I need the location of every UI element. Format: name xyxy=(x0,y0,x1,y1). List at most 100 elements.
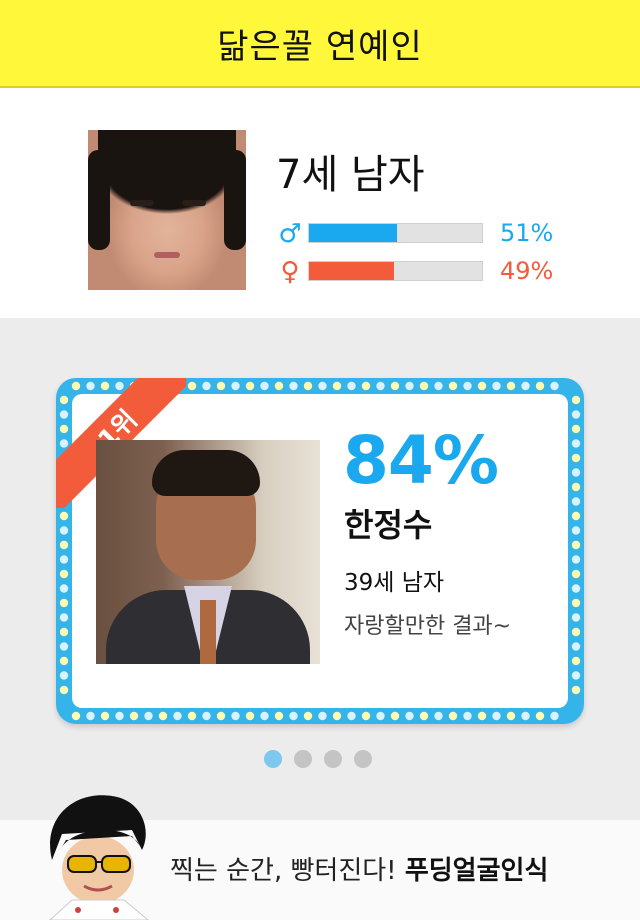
marquee-bulb xyxy=(289,381,298,391)
marquee-bulb xyxy=(571,569,581,579)
marquee-bulb xyxy=(216,381,226,391)
marquee-bulb xyxy=(571,627,581,637)
marquee-bulb xyxy=(260,381,269,391)
page-title: 닮은꼴 연예인 xyxy=(217,26,423,67)
marquee-bulb xyxy=(571,685,581,695)
page-dot-4[interactable] xyxy=(354,750,372,768)
user-photo[interactable] xyxy=(88,130,246,290)
marquee-bulb xyxy=(571,468,581,477)
marquee-bulb xyxy=(187,711,197,721)
marquee-bulb xyxy=(376,711,385,721)
marquee-bulb xyxy=(59,569,69,579)
marquee-bulb xyxy=(245,711,255,721)
marquee-bulb xyxy=(521,711,530,721)
marquee-bulb xyxy=(274,711,284,721)
marquee-bulb xyxy=(59,555,69,564)
mascot-icon xyxy=(49,795,149,920)
marquee-bulb xyxy=(550,711,559,721)
marquee-bulb xyxy=(100,711,110,721)
marquee-bulb xyxy=(571,555,581,564)
marquee-bulb xyxy=(158,711,168,721)
marquee-bulb xyxy=(361,381,371,391)
marquee-bulb xyxy=(347,711,356,721)
slogan-text: 찍는 순간, 빵터진다! xyxy=(170,856,397,886)
marquee-bulb xyxy=(448,381,458,391)
marquee-bulb xyxy=(332,381,342,391)
celebrity-photo[interactable] xyxy=(96,440,320,664)
marquee-bulb xyxy=(419,711,429,721)
marquee-bulb xyxy=(59,671,69,680)
result-comment: 자랑할만한 결과~ xyxy=(344,614,512,639)
male-percent: 51% xyxy=(500,219,554,247)
marquee-bulb xyxy=(245,381,255,391)
marquee-bulb xyxy=(571,584,581,593)
marquee-bulb xyxy=(571,424,581,434)
marquee-bulb xyxy=(86,711,95,721)
marquee-bulb xyxy=(571,656,581,666)
marquee-bulb xyxy=(571,642,581,651)
marquee-bulb xyxy=(571,511,581,521)
female-ratio-row: ♀ 49% xyxy=(278,257,553,287)
page-dot-2[interactable] xyxy=(294,750,312,768)
marquee-bulb xyxy=(332,711,342,721)
marquee-bulb xyxy=(59,613,69,622)
marquee-bulb xyxy=(59,584,69,593)
marquee-bulb xyxy=(303,381,313,391)
marquee-bulb xyxy=(571,453,581,463)
page-dot-1[interactable] xyxy=(264,750,282,768)
male-ratio-fill xyxy=(309,224,398,242)
marquee-bulb xyxy=(216,711,226,721)
page-dot-3[interactable] xyxy=(324,750,342,768)
marquee-bulb xyxy=(571,613,581,622)
marquee-bulb xyxy=(274,381,284,391)
male-ratio-bar xyxy=(308,223,483,243)
marquee-bulb xyxy=(202,381,211,391)
male-icon: ♂ xyxy=(278,219,302,249)
female-ratio-fill xyxy=(309,262,394,280)
marquee-bulb xyxy=(506,381,516,391)
female-ratio-bar xyxy=(308,261,483,281)
marquee-bulb xyxy=(59,685,69,695)
marquee-bulb xyxy=(144,711,153,721)
marquee-bulb xyxy=(521,381,530,391)
marquee-bulb xyxy=(550,381,559,391)
marquee-bulb xyxy=(405,381,414,391)
marquee-bulb xyxy=(571,482,581,492)
male-ratio-row: ♂ 51% xyxy=(278,219,553,249)
marquee-bulb xyxy=(187,381,197,391)
celebrity-name: 한정수 xyxy=(344,506,433,544)
marquee-bulb xyxy=(59,627,69,637)
marquee-bulb xyxy=(571,540,581,550)
female-percent: 49% xyxy=(500,257,554,285)
marquee-bulb xyxy=(303,711,313,721)
marquee-bulb xyxy=(173,711,182,721)
marquee-bulb xyxy=(231,381,240,391)
marquee-bulb xyxy=(571,439,581,448)
marquee-bulb xyxy=(347,381,356,391)
marquee-bulb xyxy=(59,656,69,666)
user-age-gender: 7세 남자 xyxy=(276,152,425,198)
pagination-dots xyxy=(264,750,372,768)
marquee-bulb xyxy=(231,711,240,721)
marquee-bulb xyxy=(361,711,371,721)
marquee-bulb xyxy=(571,598,581,608)
user-profile-section: 7세 남자 ♂ 51% ♀ 49% xyxy=(0,88,640,318)
marquee-bulb xyxy=(463,711,472,721)
marquee-bulb xyxy=(571,497,581,506)
marquee-bulb xyxy=(129,711,139,721)
marquee-bulb xyxy=(506,711,516,721)
marquee-bulb xyxy=(59,511,69,521)
match-percent: 84% xyxy=(343,422,499,499)
marquee-bulb xyxy=(390,381,400,391)
marquee-bulb xyxy=(571,671,581,680)
celebrity-age-gender: 39세 남자 xyxy=(344,570,445,596)
marquee-bulb xyxy=(571,526,581,535)
marquee-bulb xyxy=(434,381,443,391)
marquee-bulb xyxy=(492,381,501,391)
marquee-bulb xyxy=(59,526,69,535)
marquee-bulb xyxy=(492,711,501,721)
marquee-bulb xyxy=(376,381,385,391)
female-icon: ♀ xyxy=(280,257,300,287)
marquee-bulb xyxy=(463,381,472,391)
marquee-bulb xyxy=(260,711,269,721)
